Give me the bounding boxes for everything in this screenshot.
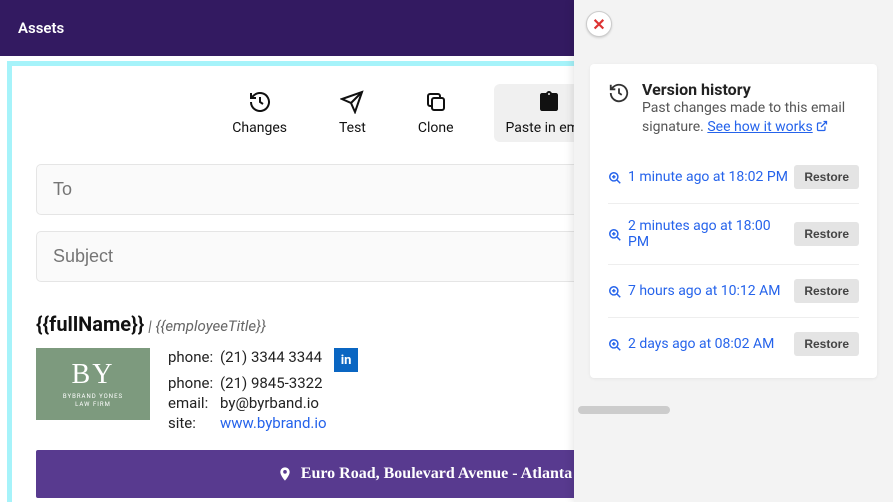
history-row: 7 hours ago at 10:12 AM Restore [608,265,859,318]
panel-card: Version history Past changes made to thi… [590,64,877,378]
magnify-plus-icon[interactable] [608,227,622,241]
history-time-link[interactable]: 2 days ago at 08:02 AM [628,336,774,352]
scrollbar-thumb[interactable] [578,406,670,414]
horizontal-scrollbar[interactable] [578,406,879,414]
magnify-plus-icon[interactable] [608,284,622,298]
panel-title: Version history [642,80,859,99]
external-link-icon [816,119,828,131]
magnify-plus-icon[interactable] [608,337,622,351]
copy-icon [424,90,448,114]
email-label: email: [168,394,214,412]
map-pin-icon [277,464,293,484]
signature-details: phone: (21) 3344 3344 in phone: (21) 984… [168,348,358,432]
logo-sub: BYBRAND YONES LAW FIRM [63,393,123,409]
phone-value: (21) 9845-3322 [220,374,323,392]
restore-button[interactable]: Restore [794,165,859,189]
toolbar-label: Changes [232,120,287,136]
history-icon [248,90,272,114]
history-time-link[interactable]: 2 minutes ago at 18:00 PM [628,218,794,250]
email-value: by@byrband.io [220,394,319,412]
phone-value: (21) 3344 3344 [220,348,322,372]
paste-icon [537,90,561,114]
clone-button[interactable]: Clone [406,84,466,142]
signature-logo: BY BYBRAND YONES LAW FIRM [36,348,150,420]
site-label: site: [168,414,214,432]
panel-header: Version history Past changes made to thi… [608,80,859,137]
logo-main: BY [72,359,115,391]
history-icon [608,82,630,104]
history-time-link[interactable]: 1 minute ago at 18:02 PM [628,169,788,185]
page-title: Assets [18,19,64,37]
version-history-panel: ✕ Version history Past changes made to t… [574,0,893,502]
restore-button[interactable]: Restore [794,279,859,303]
close-button[interactable]: ✕ [586,11,612,37]
how-it-works-link[interactable]: See how it works [707,119,827,135]
signature-fullname: {{fullName}} [36,312,144,336]
phone-label: phone: [168,348,214,372]
history-row: 2 days ago at 08:02 AM Restore [608,318,859,370]
test-button[interactable]: Test [327,84,378,142]
phone-label: phone: [168,374,214,392]
site-value[interactable]: www.bybrand.io [220,414,327,432]
panel-description: Past changes made to this email signatur… [642,99,859,137]
history-time-link[interactable]: 7 hours ago at 10:12 AM [628,283,781,299]
send-icon [340,90,364,114]
changes-button[interactable]: Changes [220,84,299,142]
toolbar-label: Test [339,120,366,136]
history-row: 2 minutes ago at 18:00 PM Restore [608,204,859,265]
restore-button[interactable]: Restore [794,222,859,246]
restore-button[interactable]: Restore [794,332,859,356]
address-text: Euro Road, Boulevard Avenue - Atlanta 30… [301,465,616,483]
history-row: 1 minute ago at 18:02 PM Restore [608,151,859,204]
magnify-plus-icon[interactable] [608,170,622,184]
close-icon: ✕ [592,15,605,34]
toolbar-label: Clone [418,120,454,136]
signature-employee-title: {{employeeTitle}} [155,317,266,335]
linkedin-icon[interactable]: in [334,348,358,372]
